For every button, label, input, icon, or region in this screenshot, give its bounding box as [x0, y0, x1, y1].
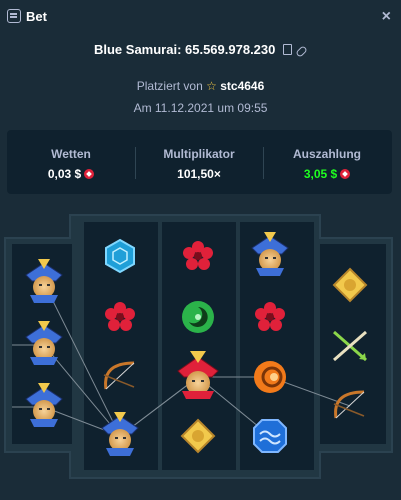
green-swirl-symbol — [182, 301, 214, 333]
blue-hexagon-symbol — [105, 238, 135, 274]
orange-orb-symbol — [254, 361, 286, 393]
slot-board — [4, 214, 393, 479]
blue-wave-symbol — [253, 419, 287, 453]
